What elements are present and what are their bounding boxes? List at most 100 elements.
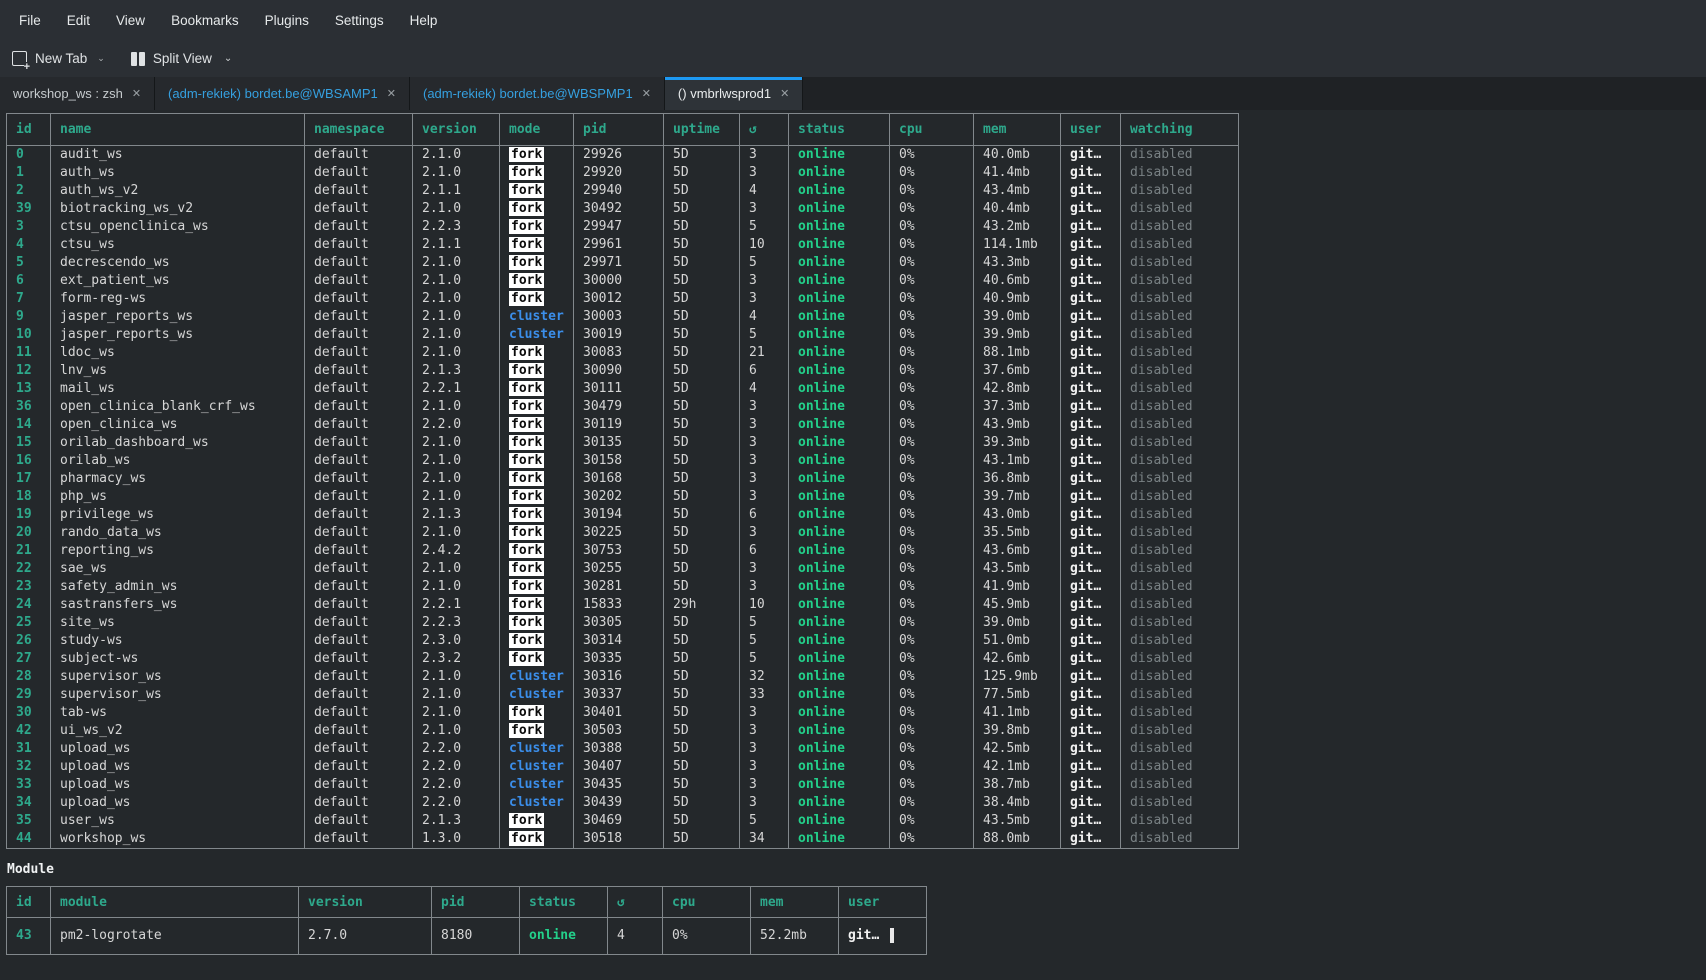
cell-cpu: 0% <box>890 236 974 254</box>
tab-close-icon[interactable]: ✕ <box>132 87 141 100</box>
cell-cpu: 0% <box>890 560 974 578</box>
cell-name: auth_ws_v2 <box>51 182 305 200</box>
cell-name: form-reg-ws <box>51 290 305 308</box>
cell-watch: disabled <box>1121 434 1239 452</box>
cell-mode: fork <box>500 290 574 308</box>
cell-up: 29h <box>664 596 740 614</box>
tab-label: (adm-rekiek) bordet.be@WBSPMP1 <box>423 86 633 101</box>
split-view-chevron-down-icon[interactable]: ⌄ <box>224 53 232 64</box>
table-row: 44workshop_wsdefault1.3.0fork305185D34on… <box>7 830 1239 849</box>
cell-status: online <box>789 632 890 650</box>
cell-status: online <box>789 722 890 740</box>
cell-ns: default <box>305 182 413 200</box>
cell-mem: 42.6mb <box>974 650 1061 668</box>
cell-rs: 3 <box>740 272 789 290</box>
cell-ns: default <box>305 650 413 668</box>
cell-status: online <box>789 686 890 704</box>
cell-cpu: 0% <box>890 380 974 398</box>
cell-watch: disabled <box>1121 668 1239 686</box>
cell-rs: 3 <box>740 758 789 776</box>
tab-close-icon[interactable]: ✕ <box>642 87 651 100</box>
cell-ns: default <box>305 542 413 560</box>
new-tab-button[interactable]: New Tab ⌄ <box>12 51 105 66</box>
table-row: 36open_clinica_blank_crf_wsdefault2.1.0f… <box>7 398 1239 416</box>
menu-item-view[interactable]: View <box>103 0 158 40</box>
cell-name: site_ws <box>51 614 305 632</box>
table-row: 35user_wsdefault2.1.3fork304695D5online0… <box>7 812 1239 830</box>
tab-close-icon[interactable]: ✕ <box>387 87 396 100</box>
terminal-tab[interactable]: (adm-rekiek) bordet.be@WBSPMP1 ✕ <box>410 77 665 110</box>
cell-mode: cluster <box>500 776 574 794</box>
terminal-screen[interactable]: idnamenamespaceversionmodepiduptime↺stat… <box>0 110 1706 980</box>
menu-item-help[interactable]: Help <box>397 0 451 40</box>
cell-pid: 29947 <box>574 218 664 236</box>
cell-id: 35 <box>7 812 51 830</box>
menu-item-settings[interactable]: Settings <box>322 0 397 40</box>
cell-name: tab-ws <box>51 704 305 722</box>
terminal-tab[interactable]: () vmbrlwsprod1✕ <box>665 77 803 110</box>
table-row: 23safety_admin_wsdefault2.1.0fork302815D… <box>7 578 1239 596</box>
terminal-tab[interactable]: workshop_ws : zsh✕ <box>0 77 155 110</box>
split-view-button[interactable]: Split View ⌄ <box>131 51 232 66</box>
cell-rs: 3 <box>740 416 789 434</box>
table-row: 26study-wsdefault2.3.0fork303145D5online… <box>7 632 1239 650</box>
new-tab-dropdown-caret-icon[interactable]: ⌄ <box>97 53 105 66</box>
cell-mode: fork <box>500 218 574 236</box>
cell-watch: disabled <box>1121 794 1239 812</box>
cell-pid: 30435 <box>574 776 664 794</box>
module-section-label: Module <box>7 862 1706 877</box>
cell-name: open_clinica_ws <box>51 416 305 434</box>
cell-status: online <box>789 380 890 398</box>
table-row: 32upload_wsdefault2.2.0cluster304075D3on… <box>7 758 1239 776</box>
cell-rs: 4 <box>740 308 789 326</box>
cell-mem: 52.2mb <box>751 918 839 955</box>
cell-ns: default <box>305 560 413 578</box>
cell-name: ui_ws_v2 <box>51 722 305 740</box>
cell-pid: 29940 <box>574 182 664 200</box>
cell-mem: 43.9mb <box>974 416 1061 434</box>
cell-watch: disabled <box>1121 614 1239 632</box>
cell-user: git… <box>1061 326 1121 344</box>
menu-item-bookmarks[interactable]: Bookmarks <box>158 0 252 40</box>
cell-pid: 30316 <box>574 668 664 686</box>
menu-item-file[interactable]: File <box>6 0 54 40</box>
terminal-tab[interactable]: (adm-rekiek) bordet.be@WBSAMP1✕ <box>155 77 410 110</box>
cell-user: git… <box>1061 452 1121 470</box>
cell-mem: 39.0mb <box>974 308 1061 326</box>
cell-mem: 51.0mb <box>974 632 1061 650</box>
cell-ver: 2.1.0 <box>413 254 500 272</box>
menu-item-plugins[interactable]: Plugins <box>252 0 322 40</box>
cell-ver: 2.2.0 <box>413 416 500 434</box>
pm2-process-table: idnamenamespaceversionmodepiduptime↺stat… <box>6 113 1239 849</box>
cell-user: git… <box>1061 686 1121 704</box>
cell-name: study-ws <box>51 632 305 650</box>
table-row: 29supervisor_wsdefault2.1.0cluster303375… <box>7 686 1239 704</box>
cell-rs: 3 <box>740 794 789 812</box>
cell-pid: 30255 <box>574 560 664 578</box>
cell-ver: 2.1.0 <box>413 488 500 506</box>
cell-user: git… <box>1061 254 1121 272</box>
tab-close-icon[interactable]: ✕ <box>780 87 789 100</box>
cell-mode: fork <box>500 632 574 650</box>
table-row: 16orilab_wsdefault2.1.0fork301585D3onlin… <box>7 452 1239 470</box>
cell-ns: default <box>305 830 413 849</box>
cell-status: online <box>789 254 890 272</box>
cell-up: 5D <box>664 524 740 542</box>
cell-name: sastransfers_ws <box>51 596 305 614</box>
cell-id: 39 <box>7 200 51 218</box>
cell-id: 11 <box>7 344 51 362</box>
column-header-rs: ↺ <box>740 114 789 146</box>
cell-id: 15 <box>7 434 51 452</box>
cell-rs: 3 <box>740 488 789 506</box>
cell-status: online <box>789 416 890 434</box>
cell-status: online <box>789 164 890 182</box>
table-row: 2auth_ws_v2default2.1.1fork299405D4onlin… <box>7 182 1239 200</box>
cell-user: git… <box>1061 524 1121 542</box>
cell-id: 19 <box>7 506 51 524</box>
cell-id: 10 <box>7 326 51 344</box>
cell-user: git… <box>1061 164 1121 182</box>
cell-up: 5D <box>664 326 740 344</box>
cell-ns: default <box>305 794 413 812</box>
cell-rs: 3 <box>740 398 789 416</box>
menu-item-edit[interactable]: Edit <box>54 0 103 40</box>
